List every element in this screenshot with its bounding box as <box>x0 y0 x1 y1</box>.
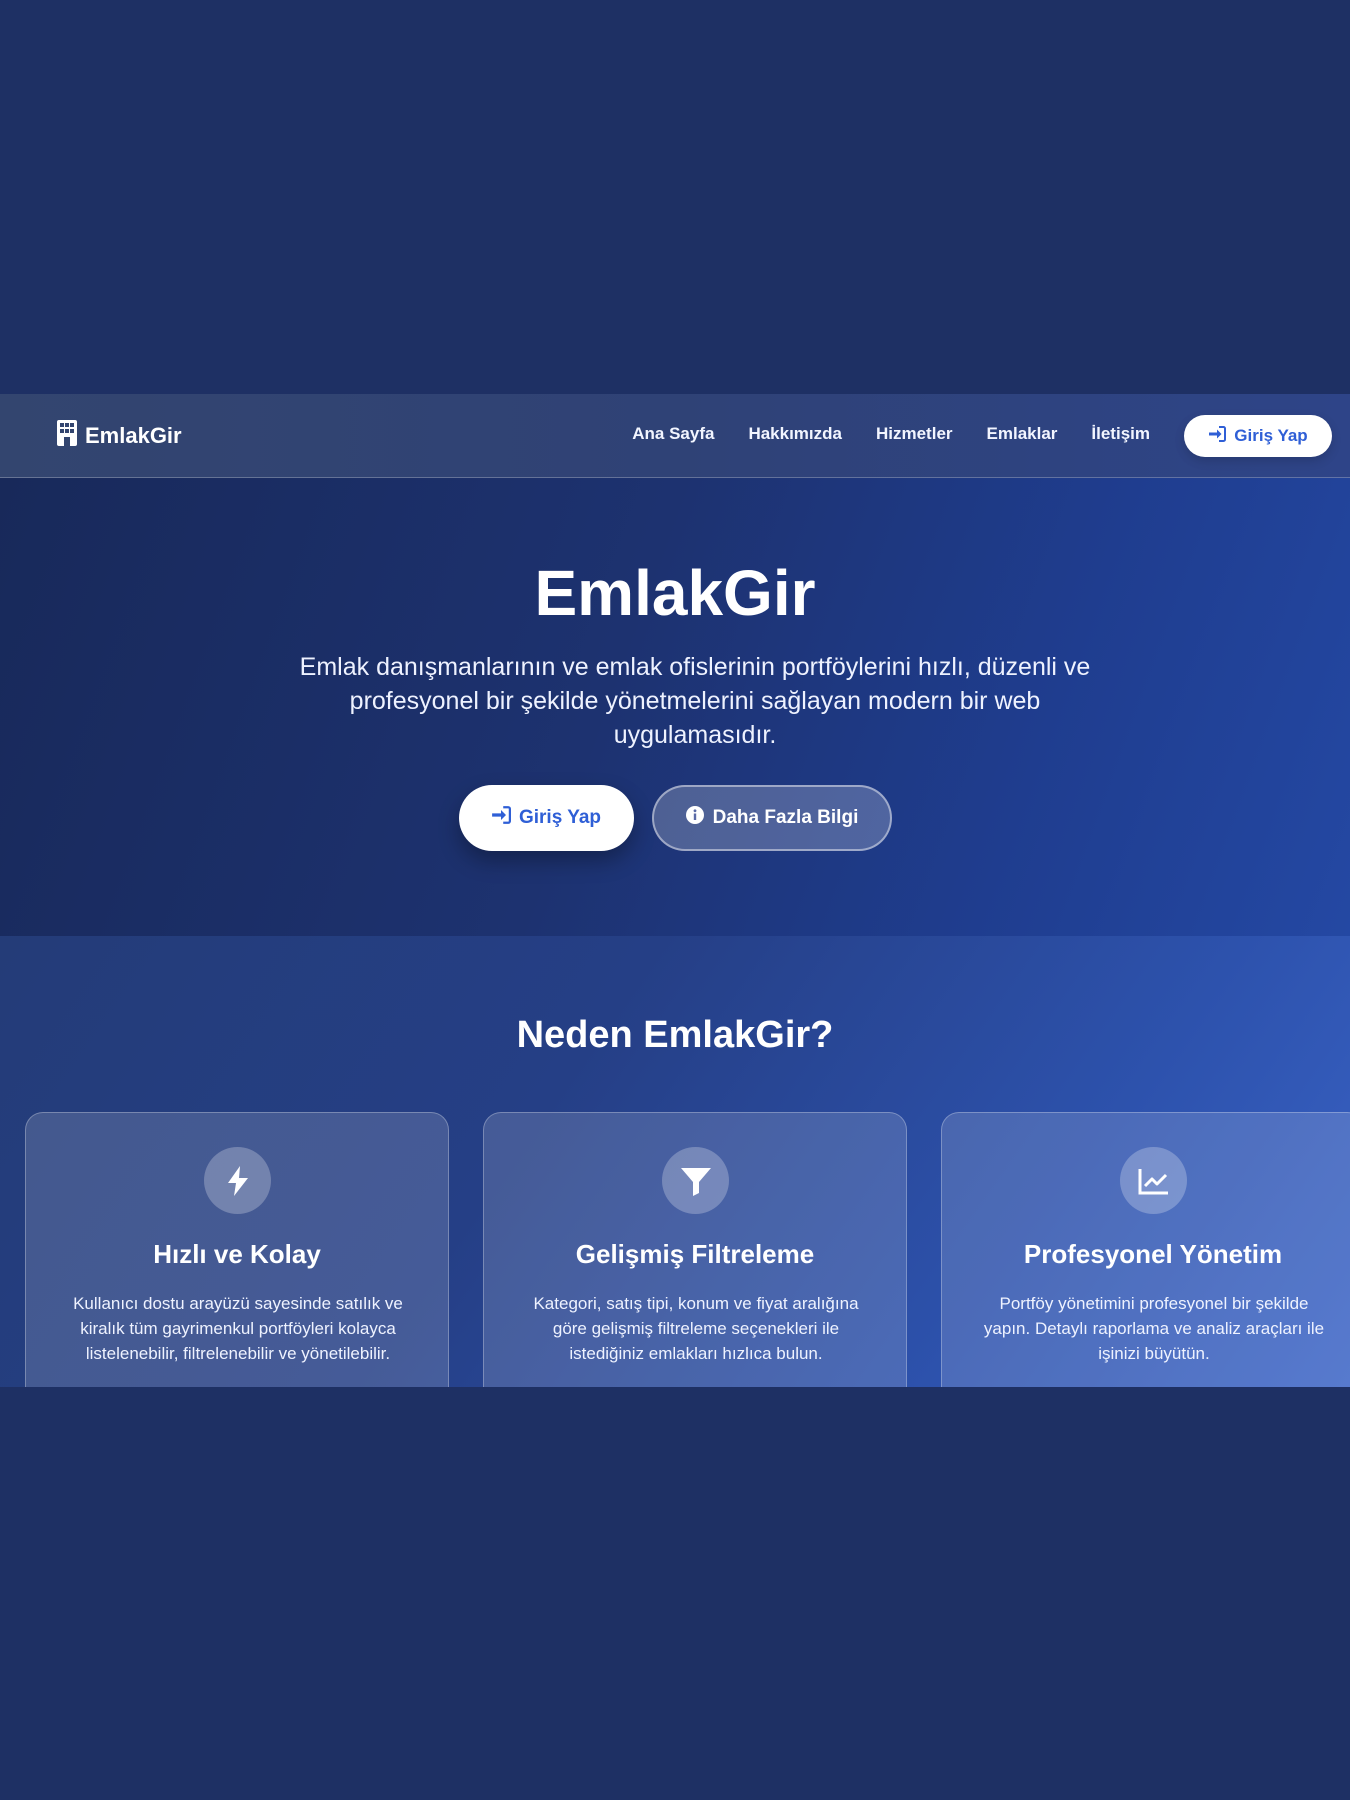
nav-links: Ana Sayfa Hakkımızda Hizmetler Emlaklar … <box>632 424 1150 444</box>
feature-card-title: Profesyonel Yönetim <box>1023 1239 1283 1269</box>
feature-card-text: Kategori, satış tipi, konum ve fiyat ara… <box>533 1294 859 1363</box>
hero-subtitle: Emlak danışmanlarının ve emlak ofislerin… <box>299 653 1091 749</box>
more-info-button[interactable]: Daha Fazla Bilgi <box>651 785 892 851</box>
building-icon <box>57 420 77 452</box>
chart-line-icon <box>1120 1147 1187 1214</box>
features-section: Neden EmlakGir? Hızlı ve Kolay Kullanıcı… <box>0 936 1350 1387</box>
more-info-label: Daha Fazla Bilgi <box>712 807 859 828</box>
feature-card-title: Hızlı ve Kolay <box>153 1239 321 1269</box>
page-frame: EmlakGir Ana Sayfa Hakkımızda Hizmetler … <box>0 394 1350 1387</box>
bolt-icon <box>204 1147 271 1214</box>
hero-login-label: Giriş Yap <box>518 807 602 828</box>
hero-login-button[interactable]: Giriş Yap <box>458 785 634 851</box>
hero-title: EmlakGir <box>534 557 816 629</box>
nav-link-services[interactable]: Hizmetler <box>876 424 953 444</box>
feature-card-management: Profesyonel Yönetim Portföy yönetimini p… <box>941 1112 1350 1387</box>
hero-buttons: Giriş Yap Daha Fazla Bilgi <box>0 785 1350 851</box>
features-title: Neden EmlakGir? <box>516 1014 834 1056</box>
feature-card-text: Kullanıcı dostu arayüzü sayesinde satılı… <box>73 1294 403 1363</box>
nav-login-label: Giriş Yap <box>1234 426 1308 445</box>
hero-section: EmlakGir Emlak danışmanlarının ve emlak … <box>0 478 1350 936</box>
info-circle-icon <box>685 805 705 831</box>
filter-icon <box>662 1147 729 1214</box>
brand[interactable]: EmlakGir <box>57 420 182 452</box>
brand-name: EmlakGir <box>85 423 182 448</box>
nav-link-home[interactable]: Ana Sayfa <box>632 424 714 444</box>
sign-in-icon <box>491 806 511 830</box>
nav-login-button[interactable]: Giriş Yap <box>1184 415 1332 457</box>
sign-in-icon <box>1208 425 1227 447</box>
feature-card-filter: Gelişmiş Filtreleme Kategori, satış tipi… <box>483 1112 907 1387</box>
nav-link-contact[interactable]: İletişim <box>1091 424 1150 444</box>
navbar: EmlakGir Ana Sayfa Hakkımızda Hizmetler … <box>0 394 1350 478</box>
feature-card-fast: Hızlı ve Kolay Kullanıcı dostu arayüzü s… <box>25 1112 449 1387</box>
feature-card-text: Portföy yönetimini profesyonel bir şekil… <box>983 1294 1325 1363</box>
feature-card-title: Gelişmiş Filtreleme <box>575 1239 815 1269</box>
nav-link-listings[interactable]: Emlaklar <box>987 424 1058 444</box>
nav-link-about[interactable]: Hakkımızda <box>748 424 842 444</box>
